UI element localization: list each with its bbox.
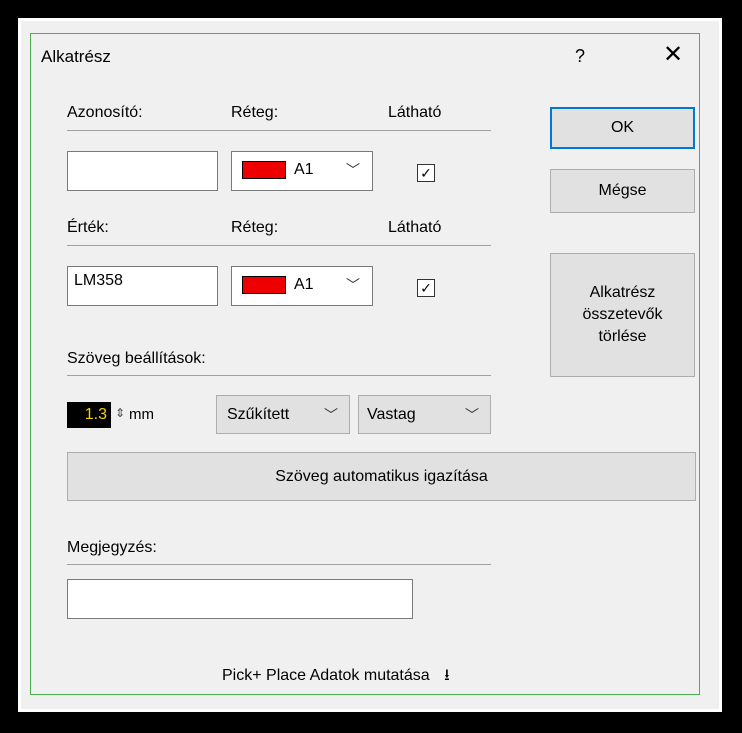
- value-visible-header: Látható: [388, 219, 442, 236]
- text-settings-header: Szöveg beállítások:: [67, 350, 206, 367]
- value-header-divider: [67, 245, 491, 246]
- text-width-select[interactable]: Szűkített ﹀: [216, 395, 350, 434]
- help-icon[interactable]: ?: [575, 46, 585, 67]
- id-input[interactable]: [67, 151, 218, 191]
- id-header-divider: [67, 130, 491, 131]
- value-layer-select[interactable]: A1 ﹀: [231, 266, 373, 306]
- value-layer-value: A1: [294, 276, 314, 293]
- dialog-title: Alkatrész: [41, 47, 111, 66]
- text-weight-select[interactable]: Vastag ﹀: [358, 395, 491, 434]
- check-icon: ✓: [420, 165, 432, 181]
- cancel-button[interactable]: Mégse: [550, 169, 695, 213]
- value-header: Érték:: [67, 219, 109, 236]
- down-arrow-icon: ⭳: [444, 667, 450, 684]
- size-unit: mm: [129, 406, 154, 423]
- text-weight-value: Vastag: [367, 406, 416, 423]
- chevron-down-icon: ﹀: [346, 162, 360, 178]
- dialog: Alkatrész ? ✕ Azonosító: Réteg: Látható …: [30, 33, 700, 695]
- text-settings-divider: [67, 375, 491, 376]
- id-layer-header: Réteg:: [231, 104, 279, 121]
- value-input[interactable]: LM358: [67, 266, 218, 306]
- auto-align-text-button[interactable]: Szöveg automatikus igazítása: [67, 452, 696, 501]
- value-visible-checkbox[interactable]: ✓: [417, 279, 435, 297]
- chevron-down-icon: ﹀: [465, 407, 479, 423]
- check-icon: ✓: [420, 280, 432, 296]
- delete-components-label-line3: törlése: [598, 328, 647, 345]
- close-icon[interactable]: ✕: [663, 40, 683, 69]
- pick-place-toggle[interactable]: Pick+ Place Adatok mutatása ⭳: [222, 664, 450, 691]
- id-layer-value: A1: [294, 161, 314, 178]
- ok-button[interactable]: OK: [550, 107, 695, 149]
- note-input[interactable]: [67, 579, 413, 619]
- layer-color-swatch: [242, 161, 286, 179]
- id-header: Azonosító:: [67, 104, 143, 121]
- chevron-down-icon: ﹀: [346, 277, 360, 293]
- note-header: Megjegyzés:: [67, 539, 157, 556]
- value-layer-header: Réteg:: [231, 219, 279, 236]
- spinner-icon[interactable]: ⇕: [115, 406, 125, 420]
- delete-components-label-line2: összetevők: [582, 306, 663, 323]
- layer-color-swatch: [242, 276, 286, 294]
- text-size-input[interactable]: 1.3: [67, 402, 111, 428]
- id-layer-select[interactable]: A1 ﹀: [231, 151, 373, 191]
- delete-components-label-line1: Alkatrész: [589, 284, 656, 301]
- text-width-value: Szűkített: [227, 406, 290, 423]
- delete-components-button[interactable]: Alkatrész összetevők törlése: [550, 253, 695, 377]
- id-visible-header: Látható: [388, 104, 442, 121]
- chevron-down-icon: ﹀: [324, 407, 338, 423]
- id-visible-checkbox[interactable]: ✓: [417, 164, 435, 182]
- note-divider: [67, 564, 491, 565]
- pick-place-label: Pick+ Place Adatok mutatása: [222, 667, 430, 684]
